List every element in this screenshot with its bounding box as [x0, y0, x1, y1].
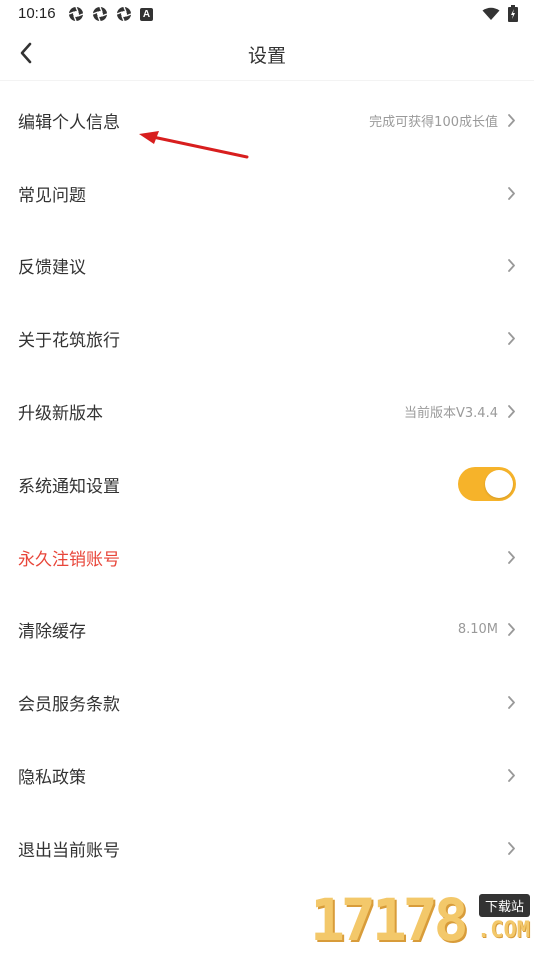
notifications-label: 系统通知设置: [18, 476, 120, 497]
row-right: 当前版本V3.4.4: [404, 402, 516, 421]
row-right: [506, 549, 516, 565]
status-icons-left: A: [68, 6, 153, 22]
clear-cache-row[interactable]: 清除缓存 8.10M: [0, 594, 534, 667]
chevron-right-icon: [506, 695, 516, 711]
clear-cache-label: 清除缓存: [18, 622, 86, 643]
upgrade-label: 升级新版本: [18, 404, 103, 425]
watermark-logo: 17178 下载站 .COM: [308, 890, 534, 950]
member-terms-row[interactable]: 会员服务条款: [0, 666, 534, 739]
delete-account-label: 永久注销账号: [18, 549, 120, 570]
row-right: 8.10M: [458, 622, 516, 638]
cache-size: 8.10M: [457, 622, 498, 638]
watermark-domain: .COM: [477, 918, 530, 943]
status-bar: 10:16 A: [0, 0, 534, 28]
privacy-label: 隐私政策: [18, 768, 86, 789]
aperture-icon: [68, 6, 84, 22]
logout-label: 退出当前账号: [18, 840, 120, 861]
status-icons-right: [482, 5, 518, 22]
aperture-icon: [116, 6, 132, 22]
aperture-icon: [92, 6, 108, 22]
row-right: [506, 185, 516, 201]
font-badge-icon: A: [140, 7, 153, 21]
member-terms-label: 会员服务条款: [18, 695, 120, 716]
edit-profile-hint: 完成可获得100成长值: [369, 114, 498, 130]
toggle-knob: [485, 470, 513, 499]
delete-account-row[interactable]: 永久注销账号: [0, 521, 534, 594]
row-right: [506, 695, 516, 711]
watermark-digits: 17178: [310, 886, 469, 954]
edit-profile-label: 编辑个人信息: [18, 112, 120, 133]
edit-profile-row[interactable]: 编辑个人信息 完成可获得100成长值: [0, 84, 534, 157]
settings-list: 编辑个人信息 完成可获得100成长值 常见问题 反馈建议 关于花筑旅行 升级新版…: [0, 84, 534, 885]
privacy-row[interactable]: 隐私政策: [0, 739, 534, 812]
back-button[interactable]: [12, 39, 40, 67]
chevron-right-icon: [506, 768, 516, 784]
row-right: [506, 840, 516, 856]
header: 设置: [0, 28, 534, 81]
notifications-row: 系统通知设置: [0, 448, 534, 521]
logout-row[interactable]: 退出当前账号: [0, 812, 534, 885]
chevron-left-icon: [20, 42, 32, 64]
status-time: 10:16: [18, 5, 56, 22]
row-right: [458, 467, 516, 502]
chevron-right-icon: [506, 112, 516, 128]
chevron-right-icon: [506, 549, 516, 565]
wifi-icon: [482, 7, 500, 20]
row-right: 完成可获得100成长值: [369, 111, 516, 130]
watermark-badge: 下载站: [478, 894, 530, 917]
chevron-right-icon: [506, 404, 516, 420]
chevron-right-icon: [506, 840, 516, 856]
row-right: [506, 258, 516, 274]
notifications-toggle[interactable]: [458, 467, 516, 502]
battery-charging-icon: [508, 5, 518, 22]
chevron-right-icon: [506, 622, 516, 638]
faq-row[interactable]: 常见问题: [0, 157, 534, 230]
feedback-row[interactable]: 反馈建议: [0, 230, 534, 303]
chevron-right-icon: [506, 258, 516, 274]
faq-label: 常见问题: [18, 185, 86, 206]
chevron-right-icon: [506, 331, 516, 347]
upgrade-row[interactable]: 升级新版本 当前版本V3.4.4: [0, 375, 534, 448]
about-row[interactable]: 关于花筑旅行: [0, 302, 534, 375]
page-title: 设置: [247, 44, 286, 67]
about-label: 关于花筑旅行: [18, 331, 120, 352]
row-right: [506, 768, 516, 784]
chevron-right-icon: [506, 185, 516, 201]
feedback-label: 反馈建议: [18, 258, 86, 279]
current-version: 当前版本V3.4.4: [404, 406, 498, 422]
row-right: [506, 331, 516, 347]
